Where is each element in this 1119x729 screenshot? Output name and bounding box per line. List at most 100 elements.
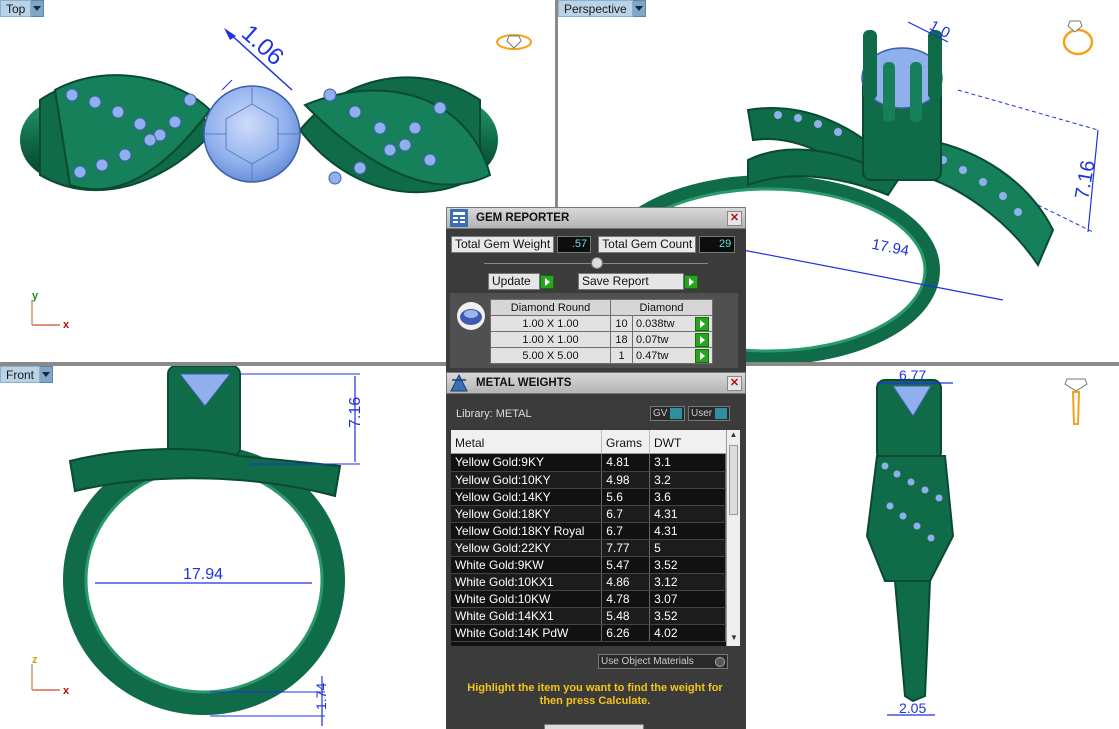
metal-grams: 4.86 xyxy=(601,573,651,591)
user-indicator xyxy=(715,408,728,419)
metal-grams: 4.98 xyxy=(601,471,651,489)
metal-list[interactable]: Metal Grams DWT Yellow Gold:9KY 4.81 3.1 Ye… xyxy=(451,430,740,646)
gem-count: 10 xyxy=(610,315,633,332)
side-dim-shank: 2.05 xyxy=(899,700,926,716)
svg-text:x: x xyxy=(63,685,70,697)
side-dim-width: 6.77 xyxy=(899,367,926,383)
metal-dwt: 3.6 xyxy=(649,488,726,506)
metal-name: Yellow Gold:14KY xyxy=(451,488,603,506)
gem-row[interactable]: 1.00 X 1.00 18 0.07tw xyxy=(490,331,713,348)
viewport-name: Perspective xyxy=(558,0,633,17)
chevron-down-icon[interactable] xyxy=(632,0,646,17)
metal-name: White Gold:10KW xyxy=(451,590,603,608)
front-dim-thickness: 1.74 xyxy=(313,683,329,710)
gem-row[interactable]: 1.00 X 1.00 10 0.038tw xyxy=(490,315,713,332)
update-go-icon[interactable] xyxy=(540,274,554,289)
metal-weights-titlebar[interactable]: METAL WEIGHTS ✕ xyxy=(446,372,746,394)
metal-name: White Gold:14K PdW xyxy=(451,624,603,642)
total-gem-weight-value: .57 xyxy=(557,236,592,253)
ring-perspective-icon[interactable] xyxy=(1062,20,1094,56)
total-gem-count-label: Total Gem Count xyxy=(598,236,697,253)
user-toggle[interactable]: User xyxy=(688,406,731,421)
metal-row[interactable]: White Gold:14K PdW 6.26 4.02 xyxy=(451,624,726,642)
gem-size: 5.00 X 5.00 xyxy=(490,347,611,364)
right-viewport[interactable]: 6.77 2.05 xyxy=(745,366,1119,729)
metal-row[interactable]: Yellow Gold:22KY 7.77 5 xyxy=(451,539,726,557)
metal-row[interactable]: White Gold:10KX1 4.86 3.12 xyxy=(451,573,726,591)
metal-name: Yellow Gold:9KY xyxy=(451,454,603,472)
front-dim-height: 7.16 xyxy=(347,397,364,428)
ring-side-icon[interactable] xyxy=(1064,378,1088,425)
metal-row[interactable]: Yellow Gold:18KY 6.7 4.31 xyxy=(451,505,726,523)
save-report-button[interactable]: Save Report xyxy=(578,273,684,290)
ring-top-icon[interactable] xyxy=(496,34,532,50)
metal-grams: 7.77 xyxy=(601,539,651,557)
gem-reporter-panel: GEM REPORTER ✕ Total Gem Weight .57 Tota… xyxy=(446,207,746,372)
viewport-name: Front xyxy=(0,366,41,383)
scroll-down-icon[interactable]: ▼ xyxy=(727,633,740,646)
panel-title: GEM REPORTER xyxy=(476,212,570,224)
scale-icon xyxy=(450,373,468,392)
gem-count: 1 xyxy=(610,347,633,364)
gem-weight-cell: 0.47tw xyxy=(632,347,713,364)
metal-dwt: 4.31 xyxy=(649,522,726,540)
close-button[interactable]: ✕ xyxy=(727,375,742,391)
scroll-thumb[interactable] xyxy=(729,445,738,515)
update-button[interactable]: Update xyxy=(488,273,540,290)
library-label: Library: METAL xyxy=(456,408,532,420)
metal-grams: 4.81 xyxy=(601,454,651,472)
gem-row-go-icon[interactable] xyxy=(695,332,709,347)
top-dimension-label: 1.06 xyxy=(236,20,289,71)
metal-dwt: 3.2 xyxy=(649,471,726,489)
panel-slider[interactable] xyxy=(446,256,746,270)
gv-label: GV xyxy=(653,408,668,419)
svg-text:y: y xyxy=(32,290,39,302)
viewport-title-top[interactable]: Top xyxy=(0,0,45,17)
viewport-title-front[interactable]: Front xyxy=(0,366,54,383)
metal-scrollbar[interactable]: ▲ ▼ xyxy=(726,430,740,646)
metal-row[interactable]: Yellow Gold:10KY 4.98 3.2 xyxy=(451,471,726,489)
metal-dwt: 3.52 xyxy=(649,556,726,574)
total-gem-count-value: 29 xyxy=(699,236,736,253)
metal-name: Yellow Gold:18KY Royal xyxy=(451,522,603,540)
gem-row[interactable]: 5.00 X 5.00 1 0.47tw xyxy=(490,347,713,364)
metal-row[interactable]: Yellow Gold:18KY Royal 6.7 4.31 xyxy=(451,522,726,540)
metal-dwt: 3.52 xyxy=(649,607,726,625)
metal-row[interactable]: Yellow Gold:9KY 4.81 3.1 xyxy=(451,454,726,472)
gem-size: 1.00 X 1.00 xyxy=(490,315,611,332)
use-object-materials-label: Use Object Materials xyxy=(601,656,694,667)
user-label: User xyxy=(691,408,713,419)
perspective-dim-3: 17.94 xyxy=(870,236,910,260)
metal-row[interactable]: White Gold:10KW 4.78 3.07 xyxy=(451,590,726,608)
diamond-round-icon xyxy=(457,302,485,330)
close-button[interactable]: ✕ xyxy=(727,210,742,226)
save-report-label: Save Report xyxy=(582,274,649,288)
chevron-down-icon[interactable] xyxy=(31,0,45,17)
metal-dwt: 4.02 xyxy=(649,624,726,642)
metal-row[interactable]: Yellow Gold:14KY 5.6 3.6 xyxy=(451,488,726,506)
metal-grams: 5.6 xyxy=(601,488,651,506)
gem-count: 18 xyxy=(610,331,633,348)
scroll-up-icon[interactable]: ▲ xyxy=(727,430,740,443)
gv-toggle[interactable]: GV xyxy=(650,406,686,421)
gem-weight: 0.47tw xyxy=(636,349,669,362)
calculate-hint: Highlight the item you want to find the … xyxy=(467,682,723,707)
metal-grams: 6.7 xyxy=(601,522,651,540)
metal-row[interactable]: White Gold:9KW 5.47 3.52 xyxy=(451,556,726,574)
svg-text:x: x xyxy=(63,319,70,331)
gem-reporter-titlebar[interactable]: GEM REPORTER ✕ xyxy=(446,207,746,229)
metal-row[interactable]: White Gold:14KX1 5.48 3.52 xyxy=(451,607,726,625)
cad-workspace: 1.06 y x Top 1.0 7.16 17.94 Perspective … xyxy=(0,0,1119,729)
viewport-title-perspective[interactable]: Perspective xyxy=(558,0,646,17)
chevron-down-icon[interactable] xyxy=(40,366,54,383)
gem-weight: 0.07tw xyxy=(636,333,669,346)
metal-weights-panel: METAL WEIGHTS ✕ Library: METAL GV User M… xyxy=(446,372,746,729)
save-report-go-icon[interactable] xyxy=(684,274,698,289)
metal-name: White Gold:10KX1 xyxy=(451,573,603,591)
total-gem-weight-label: Total Gem Weight xyxy=(451,236,555,253)
use-object-materials-toggle[interactable]: Use Object Materials xyxy=(598,654,728,669)
gem-row-go-icon[interactable] xyxy=(695,348,709,363)
gem-row-go-icon[interactable] xyxy=(695,316,709,331)
calculate-button[interactable] xyxy=(544,724,644,729)
metal-name: Yellow Gold:18KY xyxy=(451,505,603,523)
